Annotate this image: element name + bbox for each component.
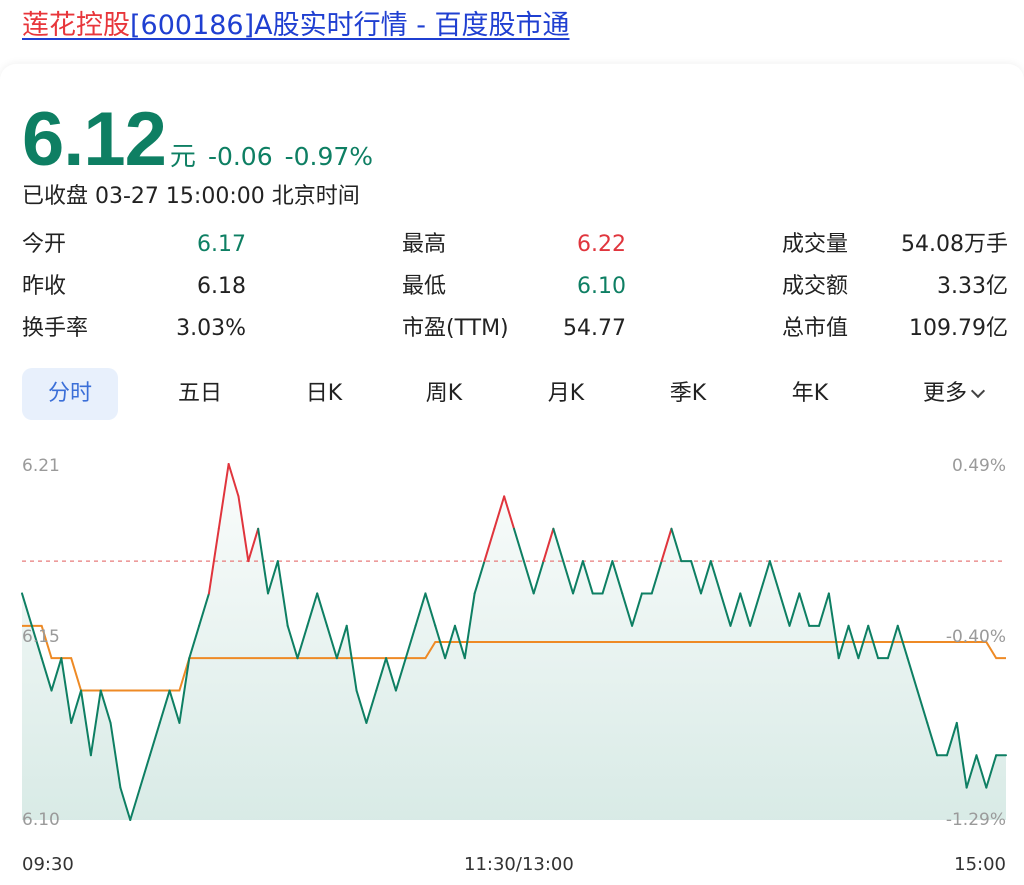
chevron-down-icon	[970, 383, 986, 399]
price-row: 6.12 元 -0.06 -0.97%	[22, 100, 373, 180]
y-tick-right: 0.49%	[951, 456, 1006, 476]
stat-label: 成交额	[782, 274, 849, 299]
y-tick-left: 6.21	[22, 456, 60, 476]
stat-market-cap: 总市值 109.79亿	[782, 308, 1008, 350]
stat-label: 换手率	[22, 316, 89, 341]
tab-yearly-k[interactable]: 年K	[762, 368, 858, 420]
intraday-chart-svg	[21, 463, 1007, 821]
chart-period-tabs: 分时 五日 日K 周K 月K 季K 年K 更多	[22, 368, 1012, 420]
stat-volume: 成交量 54.08万手	[782, 224, 1008, 266]
tab-intraday[interactable]: 分时	[22, 368, 118, 420]
stat-pe-ttm: 市盈(TTM) 54.77	[402, 308, 626, 350]
price-change-percent: -0.97%	[284, 142, 374, 171]
price-change: -0.06	[207, 142, 273, 171]
stat-label: 今开	[22, 232, 67, 257]
tab-five-day[interactable]: 五日	[152, 368, 248, 420]
stat-value: 6.10	[577, 274, 626, 299]
stat-low: 最低 6.10	[402, 266, 626, 308]
intraday-chart[interactable]: 6.21 6.15 6.10 0.49% -0.40% -1.29% 09:30…	[0, 434, 1024, 885]
stat-value: 109.79亿	[909, 316, 1008, 341]
stat-label: 最高	[402, 232, 447, 257]
stock-card: 6.12 元 -0.06 -0.97% 已收盘 03-27 15:00:00 北…	[0, 64, 1024, 885]
stats-row: 换手率 3.03% 市盈(TTM) 54.77 总市值 109.79亿	[22, 308, 1012, 350]
stat-value: 6.18	[197, 274, 246, 299]
stat-high: 最高 6.22	[402, 224, 626, 266]
x-tick: 15:00	[954, 854, 1006, 875]
x-tick: 09:30	[22, 854, 74, 875]
y-tick-right: -1.29%	[945, 810, 1006, 830]
y-tick-left: 6.15	[22, 627, 60, 647]
x-tick: 11:30/13:00	[464, 854, 574, 875]
y-tick-right: -0.40%	[945, 627, 1006, 647]
stat-prev-close: 昨收 6.18	[22, 266, 246, 308]
stat-turnover-rate: 换手率 3.03%	[22, 308, 246, 350]
y-tick-left: 6.10	[22, 810, 60, 830]
tab-weekly-k[interactable]: 周K	[396, 368, 492, 420]
stat-value: 54.77	[563, 316, 626, 341]
stat-value: 6.22	[577, 232, 626, 257]
price-unit: 元	[169, 142, 196, 172]
tab-more-label: 更多	[922, 381, 967, 406]
stat-label: 昨收	[22, 274, 67, 299]
stats-grid: 今开 6.17 最高 6.22 成交量 54.08万手 昨收 6.18 最低 6.10 成…	[22, 224, 1012, 350]
current-price: 6.12	[22, 97, 167, 182]
tab-monthly-k[interactable]: 月K	[518, 368, 614, 420]
stat-value: 54.08万手	[901, 232, 1008, 257]
stat-value: 6.17	[197, 232, 246, 257]
page-title[interactable]: 莲花控股[600186]A股实时行情 - 百度股市通	[22, 6, 570, 46]
stat-value: 3.33亿	[937, 274, 1008, 299]
stats-row: 昨收 6.18 最低 6.10 成交额 3.33亿	[22, 266, 1012, 308]
stat-label: 最低	[402, 274, 447, 299]
page-title-stock-name[interactable]: 莲花控股	[22, 10, 130, 41]
stat-open: 今开 6.17	[22, 224, 246, 266]
tab-more[interactable]: 更多	[898, 368, 1008, 420]
stat-label: 市盈(TTM)	[402, 316, 509, 341]
stat-turnover-amount: 成交额 3.33亿	[782, 266, 1008, 308]
stat-label: 成交量	[782, 232, 849, 257]
stats-row: 今开 6.17 最高 6.22 成交量 54.08万手	[22, 224, 1012, 266]
stat-label: 总市值	[782, 316, 849, 341]
tab-daily-k[interactable]: 日K	[276, 368, 372, 420]
page-title-rest[interactable]: [600186]A股实时行情 - 百度股市通	[130, 10, 570, 41]
tab-quarterly-k[interactable]: 季K	[640, 368, 736, 420]
market-status: 已收盘 03-27 15:00:00 北京时间	[22, 184, 360, 209]
stat-value: 3.03%	[176, 316, 246, 341]
